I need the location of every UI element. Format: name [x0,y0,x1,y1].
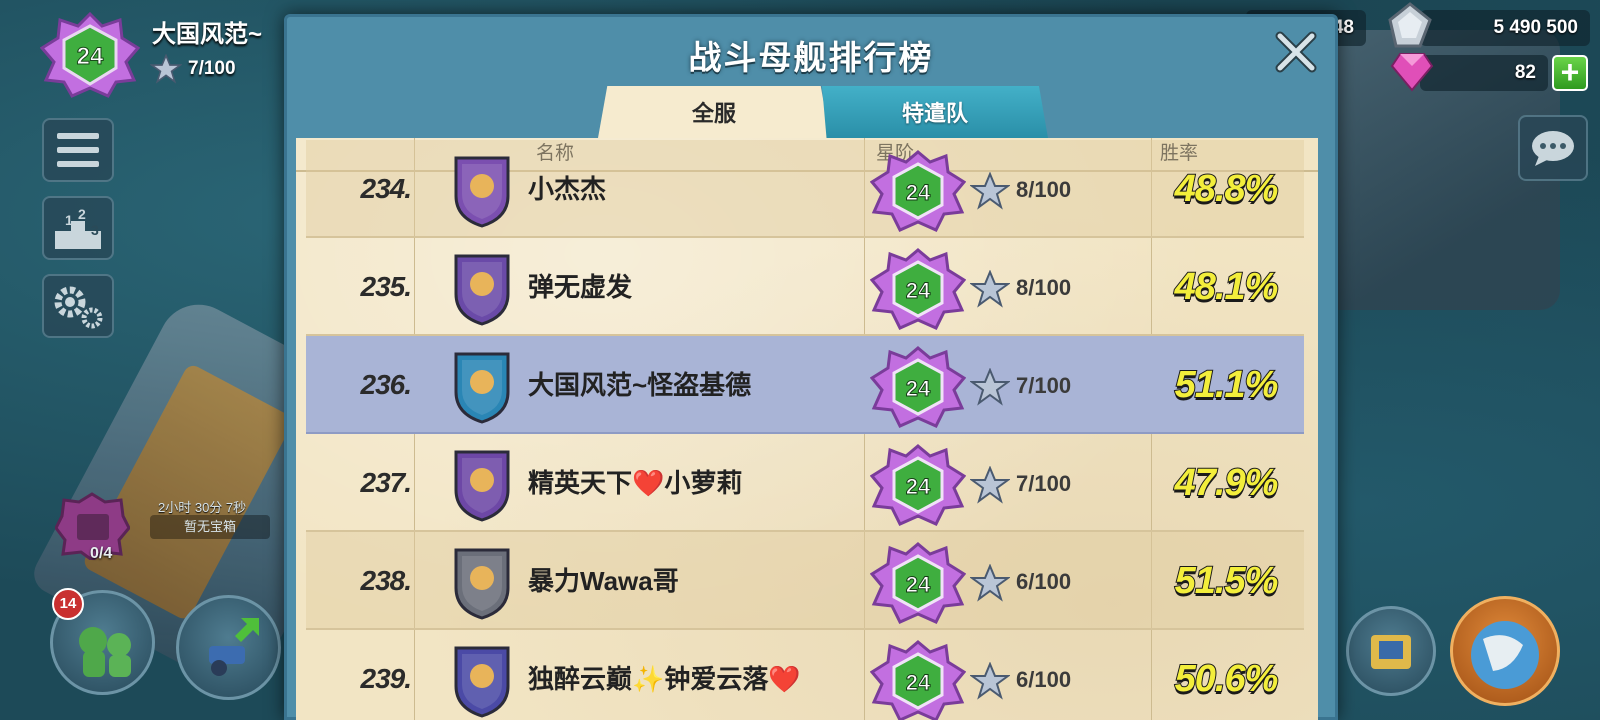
table-row[interactable]: 239. 独醉云巅✨钟爱云落❤️ 24 6/100 50.6% [306,630,1304,720]
star-icon [150,54,182,84]
tab-task-force[interactable]: 特遣队 [822,86,1048,138]
star-icon [970,466,1010,504]
iron-value: 5 490 500 [1493,17,1578,38]
player-stars-text: 7/100 [188,58,236,79]
table-row[interactable]: 238. 暴力Wawa哥 24 6/100 51.5% [306,532,1304,630]
diamond-icon [1390,53,1434,92]
menu-button[interactable] [42,118,114,182]
leaderboard-table[interactable]: 名称 星阶 胜率 234. 小杰杰 24 8/100 48.8% 235. 弹无… [296,138,1318,720]
win-rate-value: 50.6% [1174,657,1280,701]
diamond-value: 82 [1514,62,1536,83]
level-text: 24 [906,376,931,401]
settings-button[interactable] [42,274,114,338]
diamond-resource-bar: 82 [1420,55,1548,91]
team-shield-icon [454,352,510,424]
stars-count: 7/100 [1016,471,1072,496]
stars-count: 6/100 [1016,569,1072,594]
iron-resource-bar: 5 490 500 [1420,10,1590,46]
hamburger-menu-icon [57,133,99,167]
level-badge-icon: 24 [870,640,966,720]
gear-icon [54,286,103,329]
chat-bubble-icon [1532,131,1574,166]
svg-text:2: 2 [78,206,86,222]
podium-icon: 1 2 3 [55,206,101,249]
rank-number: 235. [360,271,413,302]
close-icon[interactable] [1274,30,1318,74]
stars-count: 8/100 [1016,177,1072,202]
player-level-text: 24 [77,43,104,70]
player-name-cell: 弹无虚发 [528,272,633,302]
rank-number: 238. [360,565,413,596]
team-shield-icon [454,254,510,326]
level-text: 24 [906,572,931,597]
player-name-cell: 独醉云巅✨钟爱云落❤️ [528,664,801,694]
iron-icon [1388,2,1432,48]
team-shield-icon [454,646,510,718]
cannon-upgrade-icon [209,618,259,676]
level-badge-icon: 24 [870,444,966,526]
upgrade-weapon-button[interactable] [176,595,281,700]
chest-status: 暂无宝箱 [150,515,270,539]
star-icon [970,368,1010,406]
win-rate-value: 48.1% [1174,265,1280,309]
chest-timer: 2小时 30分 7秒 [158,500,247,515]
level-text: 24 [906,670,931,695]
level-badge-icon: 24 [870,150,966,232]
player-name-cell: 精英天下❤️小萝莉 [528,468,743,498]
player-name: 大国风范~ [152,21,263,48]
win-rate-value: 51.5% [1174,559,1280,603]
win-rate-value: 48.8% [1174,167,1280,211]
leaderboard-button[interactable]: 1 2 3 [42,196,114,260]
rank-number: 237. [360,467,413,498]
table-row[interactable]: 234. 小杰杰 24 8/100 48.8% [306,140,1304,238]
level-badge-icon: 24 [870,346,966,428]
stars-count: 6/100 [1016,667,1072,692]
team-shield-icon [454,548,510,620]
level-badge-icon: 24 [870,542,966,624]
level-text: 24 [906,180,931,205]
table-row[interactable]: 237. 精英天下❤️小萝莉 24 7/100 47.9% [306,434,1304,532]
buy-diamonds-button[interactable]: + [1552,55,1588,91]
star-icon [970,564,1010,602]
star-icon [970,662,1010,700]
chest-count: 0/4 [90,545,113,562]
table-row[interactable]: 235. 弹无虚发 24 8/100 48.1% [306,238,1304,336]
stars-count: 7/100 [1016,373,1072,398]
player-level-badge[interactable]: 24 [40,12,140,98]
chat-button[interactable] [1518,115,1588,181]
svg-text:3: 3 [91,222,99,238]
base-button[interactable] [1346,606,1436,696]
rank-number: 236. [360,369,413,400]
stars-count: 8/100 [1016,275,1072,300]
building-icon [1371,635,1411,669]
table-row[interactable]: 236. 大国风范~怪盗基德 24 7/100 51.1% [306,336,1304,434]
attack-button[interactable] [1450,596,1560,706]
win-rate-value: 47.9% [1174,461,1280,505]
player-name-cell: 大国风范~怪盗基德 [528,370,752,400]
level-text: 24 [906,278,931,303]
dialog-title: 战斗母舰排行榜 [688,39,934,76]
tab-global[interactable]: 全服 [598,86,830,138]
rank-number: 239. [360,663,413,694]
svg-text:1: 1 [65,212,73,228]
win-rate-value: 51.1% [1174,363,1280,407]
star-icon [970,270,1010,308]
globe-icon [1471,621,1539,689]
player-name-cell: 暴力Wawa哥 [528,566,679,596]
team-shield-icon [454,156,510,228]
team-shield-icon [454,450,510,522]
level-text: 24 [906,474,931,499]
rank-number: 234. [360,173,413,204]
plus-icon: + [1560,54,1580,90]
notification-badge: 14 [52,588,84,620]
player-stars: 7/100 [150,54,236,84]
level-badge-icon: 24 [870,248,966,330]
player-name-cell: 小杰杰 [528,174,607,204]
star-icon [970,172,1010,210]
